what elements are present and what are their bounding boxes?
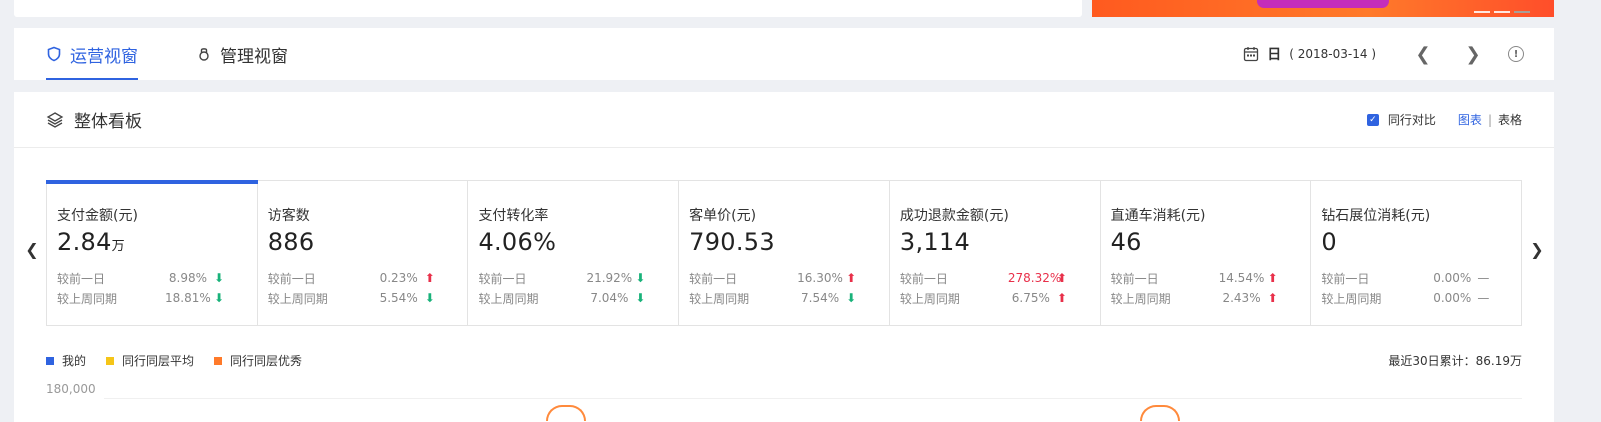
dash-icon: — [1477, 291, 1490, 305]
compare-row: 较前一日 16.30% ⬆ [689, 268, 889, 288]
chevron-left-icon: ❮ [1415, 43, 1431, 65]
metric-value: 46 [1110, 228, 1142, 256]
panel-title-text: 整体看板 [74, 112, 142, 132]
legend-item-mine[interactable]: 我的 [46, 352, 86, 369]
carousel-dots[interactable] [1474, 11, 1530, 13]
compare-row: 较上周同期 0.00% — [1321, 291, 1490, 306]
metric-value: 0 [1321, 228, 1337, 256]
metric-name: 成功退款金额(元) [899, 208, 1009, 224]
chart-gridline [104, 398, 1522, 399]
tab-label: 管理视窗 [220, 46, 288, 67]
view-separator: | [1487, 112, 1492, 127]
metric-name: 访客数 [267, 208, 310, 224]
arrow-up-icon: ⬆ [846, 271, 857, 285]
tab-label: 运营视窗 [70, 46, 138, 67]
tab-operations[interactable]: 运营视窗 [46, 28, 138, 80]
tab-management[interactable]: 管理视窗 [196, 28, 288, 80]
cumulative-total: 最近30日累计：86.19万 [1388, 354, 1522, 368]
metric-card-conversion[interactable]: 支付转化率 4.06% 较前一日 21.92% ⬇ 较上周同期 7.04% ⬇ [468, 181, 680, 325]
metric-value: 790.53 [689, 228, 775, 256]
legend-swatch [46, 356, 54, 365]
arrow-down-icon: ⬇ [635, 291, 646, 305]
calendar-icon [1244, 47, 1259, 62]
chart-legend: 我的 同行同层平均 同行同层优秀 [46, 352, 302, 369]
metric-name: 客单价(元) [689, 208, 757, 224]
top-card-strip [14, 0, 1082, 17]
metric-name: 钻石展位消耗(元) [1321, 208, 1431, 224]
dash-icon: — [1477, 271, 1490, 285]
arrow-down-icon: ⬇ [213, 271, 225, 285]
date-granularity: 日 [1267, 47, 1282, 63]
metric-card-pay-amount[interactable]: 支付金额(元) 2.84万 较前一日 8.98% ⬇ 较上周同期 18.81% ⬇ [46, 180, 258, 325]
arrow-up-icon: ⬆ [1267, 291, 1278, 305]
panel-controls: ✓ 同行对比 图表 | 表格 [1366, 111, 1522, 128]
legend-swatch [106, 356, 115, 365]
arrow-down-icon: ⬇ [424, 291, 435, 305]
compare-row: 较前一日 14.54% ⬆ [1111, 268, 1311, 288]
chevron-right-icon: ❯ [1465, 43, 1481, 65]
arrow-up-icon: ⬆ [1267, 271, 1278, 285]
arrow-up-icon: ⬆ [424, 271, 435, 285]
chevron-left-icon: ❮ [25, 240, 39, 259]
view-table-toggle[interactable]: 表格 [1498, 111, 1522, 128]
arrow-up-icon: ⬆ [1056, 271, 1067, 285]
compare-row: 较上周同期 18.81% ⬇ [57, 288, 257, 308]
compare-row: 较上周同期 7.04% ⬇ [478, 288, 678, 308]
compare-checkbox[interactable]: ✓ [1366, 113, 1379, 126]
compare-row: 较前一日 0.23% ⬆ [268, 268, 468, 288]
metric-name: 支付金额(元) [57, 208, 138, 224]
arrow-up-icon: ⬆ [1056, 291, 1067, 305]
metric-card-refund[interactable]: 成功退款金额(元) 3,114 较前一日 278.32% ⬆ 较上周同期 6.75% ⬆ [890, 181, 1101, 325]
compare-row: 较前一日 278.32% ⬆ [900, 268, 1100, 288]
panel-title: 整体看板 [46, 107, 142, 132]
compare-label: 同行对比 [1387, 113, 1436, 127]
metric-card-unit-price[interactable]: 客单价(元) 790.53 较前一日 16.30% ⬆ 较上周同期 7.54% ⬇ [679, 181, 890, 325]
date-value: ( 2018-03-14 ) [1289, 47, 1376, 61]
compare-row: 较上周同期 6.75% ⬆ [900, 288, 1100, 308]
compare-row: 较前一日 0.00% — [1321, 271, 1490, 286]
metric-unit: 万 [111, 239, 125, 254]
compare-row: 较上周同期 7.54% ⬇ [689, 288, 889, 308]
metric-value: 886 [267, 228, 315, 256]
date-picker[interactable]: 日 ( 2018-03-14 ) [1243, 44, 1376, 64]
legend-swatch [214, 356, 223, 365]
cards-prev-button[interactable]: ❮ [22, 240, 42, 259]
metric-cards: 支付金额(元) 2.84万 较前一日 8.98% ⬇ 较上周同期 18.81% ⬇ 访客… [46, 180, 1522, 326]
compare-row: 较前一日 21.92% ⬇ [478, 268, 678, 288]
legend-item-peer-excellent[interactable]: 同行同层优秀 [214, 352, 302, 369]
compare-row: 较上周同期 2.43% ⬆ [1111, 288, 1311, 308]
metric-value: 2.84万 [57, 228, 125, 256]
date-selector: 日 ( 2018-03-14 ) ❮ ❯ ! [1243, 28, 1554, 80]
compare-row: 较上周同期 5.54% ⬇ [268, 288, 468, 308]
metric-card-diamond-cost[interactable]: 钻石展位消耗(元) 0 较前一日 0.00% — 较上周同期 0.00% — [1311, 181, 1521, 325]
view-chart-toggle[interactable]: 图表 [1458, 111, 1482, 128]
overview-panel: 整体看板 ✓ 同行对比 图表 | 表格 ❮ ❯ 支付金额(元) 2.84万 较前… [14, 92, 1554, 422]
arrow-down-icon: ⬇ [846, 291, 857, 305]
metric-value: 4.06% [478, 228, 557, 256]
arrow-down-icon: ⬇ [213, 291, 225, 305]
cards-next-button[interactable]: ❯ [1527, 240, 1547, 259]
legend-item-peer-average[interactable]: 同行同层平均 [106, 352, 194, 369]
panel-header: 整体看板 ✓ 同行对比 图表 | 表格 [14, 92, 1554, 148]
shield-icon [47, 46, 61, 62]
view-tabbar: 运营视窗 管理视窗 日 ( 2018-03-14 ) ❮ ❯ ! [14, 28, 1554, 80]
chevron-right-icon: ❯ [1530, 240, 1544, 259]
y-axis-tick: 180,000 [46, 382, 96, 396]
metric-card-visitors[interactable]: 访客数 886 较前一日 0.23% ⬆ 较上周同期 5.54% ⬇ [258, 181, 469, 325]
compare-row: 较前一日 8.98% ⬇ [57, 268, 257, 288]
promo-shape [1257, 0, 1389, 8]
metric-value: 3,114 [899, 228, 971, 256]
lock-icon [199, 48, 209, 61]
prev-date-button[interactable]: ❮ [1398, 28, 1448, 80]
info-icon[interactable]: ! [1508, 46, 1524, 62]
metric-card-ztc-cost[interactable]: 直通车消耗(元) 46 较前一日 14.54% ⬆ 较上周同期 2.43% ⬆ [1101, 181, 1312, 325]
metric-name: 支付转化率 [478, 208, 549, 224]
metric-name: 直通车消耗(元) [1110, 208, 1206, 224]
layers-icon [46, 111, 64, 128]
promo-banner[interactable] [1092, 0, 1554, 17]
next-date-button[interactable]: ❯ [1448, 28, 1498, 80]
arrow-down-icon: ⬇ [635, 271, 646, 285]
